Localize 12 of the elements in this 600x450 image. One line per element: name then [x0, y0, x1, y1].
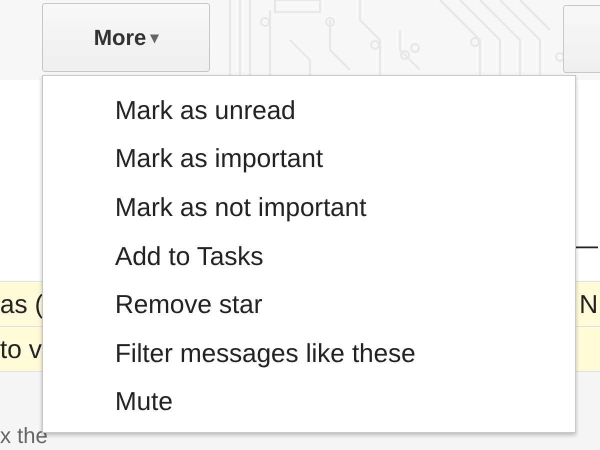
- menu-item[interactable]: Mark as not important: [43, 183, 575, 232]
- message-text: N: [579, 288, 598, 320]
- more-button[interactable]: More ▾: [42, 3, 210, 72]
- menu-item[interactable]: Mark as unread: [43, 86, 575, 135]
- caret-icon: ▾: [150, 28, 158, 48]
- message-text: to v: [0, 334, 42, 364]
- menu-item[interactable]: Filter messages like these: [43, 328, 575, 378]
- menu-item[interactable]: Add to Tasks: [43, 232, 575, 280]
- menu-item[interactable]: Mark as important: [43, 134, 575, 184]
- menu-item[interactable]: Remove star: [43, 280, 575, 329]
- message-text: as (: [0, 288, 44, 320]
- toolbar-button[interactable]: [563, 5, 600, 73]
